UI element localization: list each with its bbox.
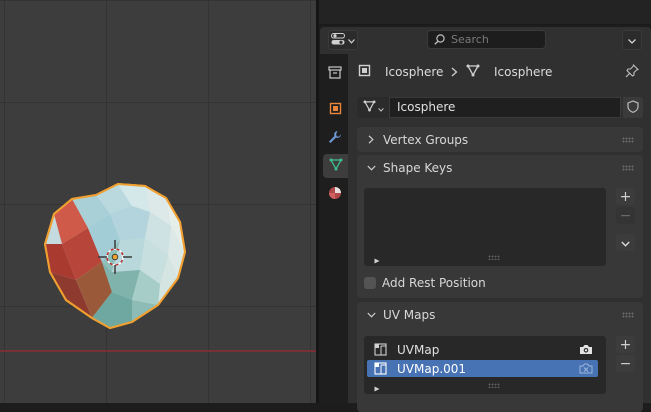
object-origin	[111, 253, 119, 261]
breadcrumb-object[interactable]: Icosphere	[358, 64, 443, 80]
uv-map-icon	[373, 343, 387, 357]
drag-handle[interactable]	[622, 165, 634, 171]
chevron-down-icon	[363, 312, 379, 318]
mesh-data-icon	[466, 64, 480, 80]
remove-shape-key-button[interactable]: −	[616, 207, 635, 224]
tab-material[interactable]	[323, 182, 347, 206]
mesh-data-icon	[363, 100, 376, 115]
minus-icon: −	[619, 207, 632, 224]
top-area-strip	[319, 0, 651, 25]
browse-mesh-button[interactable]	[357, 97, 389, 118]
uv-map-row[interactable]: UVMap.001	[367, 360, 598, 377]
list-resize-handle[interactable]	[488, 255, 500, 260]
shape-keys-list[interactable]	[364, 188, 606, 266]
search-icon	[434, 34, 445, 45]
chevron-down-icon	[628, 33, 636, 47]
viewport-canvas	[0, 182, 316, 352]
chevron-down-icon	[348, 33, 355, 47]
add-rest-position-label: Add Rest Position	[382, 276, 486, 290]
chevron-down-icon	[363, 165, 379, 171]
chevron-right-icon	[451, 66, 458, 80]
list-expand-icon[interactable]	[374, 381, 380, 395]
mesh-name-field[interactable]: Icosphere	[389, 97, 621, 118]
vertex-groups-header[interactable]: Vertex Groups	[357, 127, 643, 152]
camera-icon[interactable]	[578, 343, 594, 357]
pin-icon[interactable]	[625, 63, 640, 81]
drag-handle[interactable]	[622, 137, 634, 143]
uv-map-icon	[373, 362, 387, 376]
uv-maps-title: UV Maps	[383, 307, 436, 322]
uv-map-name[interactable]: UVMap	[397, 343, 578, 357]
chevron-down-icon	[377, 101, 384, 115]
wrench-icon	[328, 130, 342, 147]
shield-icon	[627, 99, 639, 116]
properties-options-button[interactable]	[622, 30, 642, 50]
tab-modifiers[interactable]	[323, 126, 347, 150]
properties-content: Icosphere Icosphere Icosphere Vertex Gro…	[348, 54, 651, 412]
properties-tab-bar	[320, 54, 349, 403]
add-rest-position-checkbox[interactable]	[364, 277, 376, 289]
shape-keys-header[interactable]: Shape Keys	[357, 155, 643, 180]
uv-maps-panel: UV Maps UVMap UVMap.001 + −	[357, 302, 643, 412]
remove-uv-map-button[interactable]: −	[616, 355, 635, 372]
shape-keys-panel: Shape Keys + − Add Rest Position	[357, 155, 643, 298]
editor-type-button[interactable]	[328, 30, 358, 50]
uv-maps-list[interactable]: UVMap UVMap.001	[364, 336, 606, 394]
mesh-datablock-selector: Icosphere	[357, 97, 643, 118]
search-field[interactable]	[427, 30, 546, 49]
tab-mesh-data[interactable]	[323, 154, 349, 178]
properties-header	[320, 27, 651, 54]
tool-icon	[328, 66, 342, 82]
uv-maps-header[interactable]: UV Maps	[357, 302, 643, 327]
chevron-down-icon	[621, 236, 630, 250]
object-icon	[329, 102, 342, 118]
camera-off-icon[interactable]	[578, 362, 594, 376]
minus-icon: −	[619, 355, 632, 372]
shape-key-specials-button[interactable]	[616, 234, 635, 251]
vertex-groups-title: Vertex Groups	[383, 132, 469, 147]
add-shape-key-button[interactable]: +	[616, 188, 635, 205]
uv-map-name[interactable]: UVMap.001	[397, 362, 578, 376]
chevron-right-icon	[363, 135, 379, 144]
search-input[interactable]	[445, 33, 541, 46]
list-resize-handle[interactable]	[488, 383, 500, 388]
uv-map-row[interactable]: UVMap	[367, 341, 598, 358]
fake-user-button[interactable]	[623, 97, 643, 118]
3d-viewport[interactable]	[0, 0, 316, 403]
add-uv-map-button[interactable]: +	[616, 336, 635, 353]
breadcrumb-mesh[interactable]: Icosphere	[466, 64, 552, 80]
properties-editor-icon	[331, 32, 345, 48]
drag-handle[interactable]	[622, 312, 634, 318]
object-icon	[358, 64, 371, 80]
area-splitter[interactable]	[316, 0, 319, 403]
breadcrumb-mesh-label: Icosphere	[494, 65, 553, 79]
vertex-groups-panel: Vertex Groups	[357, 127, 643, 152]
breadcrumb-object-label: Icosphere	[385, 65, 444, 79]
plus-icon: +	[619, 336, 632, 353]
mesh-data-icon	[329, 158, 343, 174]
tab-tool[interactable]	[323, 62, 347, 86]
material-icon	[328, 186, 342, 203]
tab-object[interactable]	[323, 98, 347, 122]
plus-icon: +	[619, 188, 632, 205]
shape-keys-title: Shape Keys	[383, 160, 453, 175]
list-expand-icon[interactable]	[374, 253, 380, 267]
